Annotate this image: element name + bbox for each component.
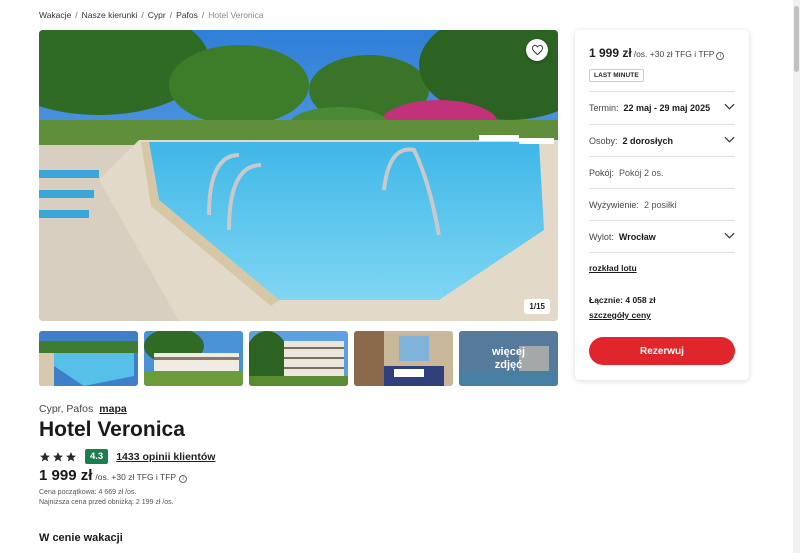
term-field[interactable]: Termin: 22 maj - 29 maj 2025 <box>589 92 735 124</box>
breadcrumb-separator: / <box>75 10 78 20</box>
chevron-down-icon <box>724 136 735 143</box>
scrollbar-thumb[interactable] <box>794 6 799 72</box>
divider <box>589 252 735 253</box>
board-value: 2 posiłki <box>643 200 677 210</box>
persons-label: Osoby: <box>589 136 618 146</box>
departure-field[interactable]: Wylot: Wrocław <box>589 221 735 253</box>
breadcrumb-item-wakacje[interactable]: Wakacje <box>39 10 71 20</box>
thumbnail-image <box>354 331 453 386</box>
board-field[interactable]: Wyżywienie: 2 posiłki <box>589 189 735 221</box>
star-icon <box>53 451 63 461</box>
price-details-link[interactable]: szczegóły ceny <box>589 310 651 320</box>
price-lowest: Najniższa cena przed obniżką: 2 199 zł /… <box>39 499 174 506</box>
thumbnail-image <box>39 331 138 386</box>
rating-row: 4.3 1433 opinii klientów <box>39 449 215 464</box>
price-initial: Cena początkowa: 4 669 zł /os. <box>39 489 137 496</box>
total-price: Łącznie: 4 058 zł <box>589 295 656 305</box>
map-link[interactable]: mapa <box>99 403 126 415</box>
more-photos-label[interactable]: więcej zdjęć <box>459 331 558 386</box>
scrollbar[interactable] <box>793 0 800 553</box>
term-label: Termin: <box>589 103 619 113</box>
booking-price-suffix: /os. +30 zł TFG i TFP <box>633 49 715 59</box>
persons-field[interactable]: Osoby: 2 dorosłych <box>589 125 735 157</box>
booking-price: 1 999 zł /os. +30 zł TFG i TFP i <box>589 46 725 60</box>
board-label: Wyżywienie: <box>589 200 639 210</box>
star-icon <box>40 451 50 461</box>
persons-value: 2 dorosłych <box>622 136 674 146</box>
breadcrumb-separator: / <box>141 10 144 20</box>
thumbnail-more[interactable]: więcej zdjęć <box>459 331 558 386</box>
breadcrumb-item-kierunki[interactable]: Nasze kierunki <box>82 10 138 20</box>
reviews-link[interactable]: 1433 opinii klientów <box>116 451 215 463</box>
book-button[interactable]: Rezerwuj <box>589 337 735 365</box>
thumbnail-4[interactable] <box>354 331 453 386</box>
location-text: Cypr, Pafos <box>39 403 94 415</box>
info-icon[interactable]: i <box>716 52 725 60</box>
score-badge: 4.3 <box>85 449 109 464</box>
pool-photo <box>39 30 558 321</box>
breadcrumb-separator: / <box>169 10 173 20</box>
chevron-down-icon <box>724 103 735 110</box>
room-label: Pokój: <box>589 168 615 178</box>
breadcrumb-current: Hotel Veronica <box>208 10 264 20</box>
thumbnail-1[interactable] <box>39 331 138 386</box>
thumbnail-image <box>144 331 243 386</box>
breadcrumb-separator: / <box>201 10 205 20</box>
star-icon <box>66 451 76 461</box>
main-photo[interactable]: 1/15 <box>39 30 558 321</box>
hotel-stars <box>39 451 77 463</box>
thumbnail-3[interactable] <box>249 331 348 386</box>
thumbnail-2[interactable] <box>144 331 243 386</box>
hotel-location: Cypr, Pafos mapa <box>39 403 127 415</box>
photo-counter: 1/15 <box>524 299 550 314</box>
heart-icon <box>531 45 543 55</box>
last-minute-badge: LAST MINUTE <box>589 69 644 82</box>
chevron-down-icon <box>724 232 735 239</box>
info-icon[interactable]: i <box>179 475 188 483</box>
more-photos-line1: więcej <box>491 345 526 358</box>
price-suffix: /os. +30 zł TFG i TFP <box>95 472 177 482</box>
booking-price-amount: 1 999 zł <box>589 46 632 60</box>
flight-schedule-link[interactable]: rozkład lotu <box>589 263 637 273</box>
hotel-name: Hotel Veronica <box>39 418 185 441</box>
departure-label: Wylot: <box>589 232 614 242</box>
departure-value: Wrocław <box>618 232 656 242</box>
breadcrumb-item-pafos[interactable]: Pafos <box>176 10 198 20</box>
term-value: 22 maj - 29 maj 2025 <box>623 103 711 113</box>
breadcrumb: Wakacje / Nasze kierunki / Cypr / Pafos … <box>39 10 264 20</box>
hotel-price: 1 999 zł /os. +30 zł TFG i TFP i <box>39 467 188 484</box>
booking-card: 1 999 zł /os. +30 zł TFG i TFP i LAST MI… <box>575 30 749 380</box>
favorite-button[interactable] <box>526 39 548 61</box>
breadcrumb-item-cypr[interactable]: Cypr <box>148 10 166 20</box>
room-value: Pokój 2 os. <box>619 168 664 178</box>
thumbnail-strip: więcej zdjęć <box>39 331 558 386</box>
room-field[interactable]: Pokój: Pokój 2 os. <box>589 157 735 189</box>
more-photos-line2: zdjęć <box>494 358 523 371</box>
price-amount: 1 999 zł <box>39 467 93 484</box>
thumbnail-image <box>249 331 348 386</box>
section-title: W cenie wakacji <box>39 532 123 544</box>
